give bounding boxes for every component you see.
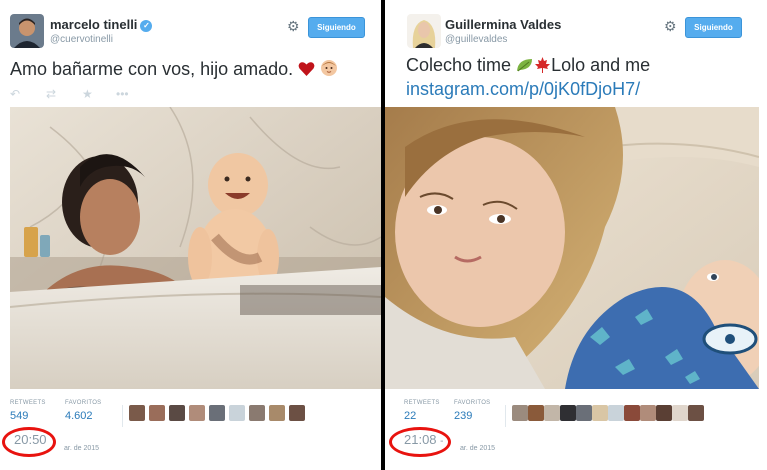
fav-avatar[interactable] [640,405,656,421]
retweets-count[interactable]: 549 [10,410,28,422]
fav-avatar[interactable] [576,405,592,421]
favorites-count[interactable]: 4.602 [65,410,93,422]
tweet-photo[interactable] [10,107,381,389]
photo-woman-and-baby-bed [385,107,759,389]
avatar-image [407,14,441,48]
tweet-card-left: marcelo tinelli ✓ @cuervotinelli ⚙ Siguie… [0,0,381,470]
fav-avatar[interactable] [149,405,165,421]
fav-avatar[interactable] [592,405,608,421]
display-name[interactable]: marcelo tinelli ✓ [50,17,153,32]
fav-avatar[interactable] [189,405,205,421]
avatar[interactable] [10,14,44,48]
avatar-image [10,14,44,48]
retweets-count[interactable]: 22 [404,410,416,422]
fav-avatar[interactable] [229,405,245,421]
gear-icon[interactable]: ⚙ [287,18,300,35]
favorites-count[interactable]: 239 [454,410,472,422]
tweet-text-body: Colecho time [406,55,512,75]
maple-leaf-icon [534,56,551,78]
highlight-circle [2,427,56,457]
fav-avatar[interactable] [169,405,185,421]
baby-face-icon [320,59,338,82]
retweet-icon[interactable]: ⇄ [46,87,56,101]
favorited-by-avatars [122,405,305,427]
leaf-icon [516,56,534,78]
tweet-date[interactable]: ar. de 2015 [64,445,99,452]
tweet-card-right: Guillermina Valdes @guillevaldes ⚙ Sigui… [385,0,767,470]
favorites-label: FAVORITOS [454,400,491,406]
fav-avatar[interactable] [688,405,704,421]
fav-avatar[interactable] [672,405,688,421]
favorites-label: FAVORITOS [65,400,102,406]
fav-avatar[interactable] [512,405,528,421]
display-name-text: marcelo tinelli [50,17,138,32]
fav-avatar[interactable] [624,405,640,421]
favorited-by-avatars [505,405,704,427]
following-button[interactable]: Siguiendo [308,17,365,38]
tweet-stats: RETWEETS 549 FAVORITOS 4.602 [10,400,381,436]
tweet-photo[interactable] [385,107,759,389]
fav-avatar[interactable] [209,405,225,421]
gear-icon[interactable]: ⚙ [664,18,677,35]
reply-icon[interactable]: ↶ [10,87,20,101]
tweet-text: Amo bañarme con vos, hijo amado. [10,58,338,82]
avatar[interactable] [407,14,441,48]
tweet-text: Colecho time Lolo and me instagram.com/p… [406,54,650,100]
fav-avatar[interactable] [656,405,672,421]
tweet-stats: RETWEETS 22 FAVORITOS 239 [404,400,764,436]
fav-avatar[interactable] [269,405,285,421]
following-button[interactable]: Siguiendo [685,17,742,38]
star-icon[interactable]: ★ [82,87,93,101]
retweets-label: RETWEETS [404,400,440,406]
user-handle[interactable]: @cuervotinelli [50,34,113,45]
display-name[interactable]: Guillermina Valdes [445,17,561,32]
tweet-text-body: Amo bañarme con vos, hijo amado. [10,59,294,79]
fav-avatar[interactable] [129,405,145,421]
highlight-circle [389,427,451,457]
retweets-label: RETWEETS [10,400,46,406]
fav-avatar[interactable] [249,405,265,421]
red-heart-icon [298,60,315,82]
fav-avatar[interactable] [544,405,560,421]
user-handle[interactable]: @guillevaldes [445,34,507,45]
fav-avatar[interactable] [608,405,624,421]
fav-avatar[interactable] [560,405,576,421]
tweet-date[interactable]: ar. de 2015 [460,445,495,452]
verified-badge-icon: ✓ [140,20,153,32]
fav-avatar[interactable] [528,405,544,421]
more-icon[interactable]: ••• [116,87,129,101]
tweet-text-tail: Lolo and me [551,55,651,75]
photo-man-and-baby-bathtub [10,107,381,389]
tweet-link[interactable]: instagram.com/p/0jK0fDjoH7/ [406,79,640,99]
fav-avatar[interactable] [289,405,305,421]
